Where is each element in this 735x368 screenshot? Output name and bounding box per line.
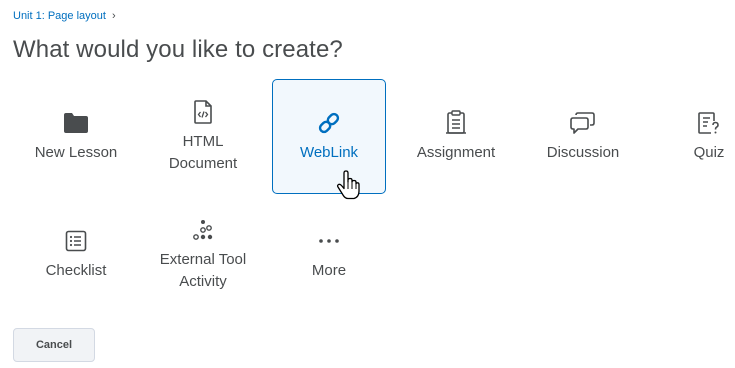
link-icon (316, 110, 342, 136)
breadcrumb: Unit 1: Page layout › (13, 10, 116, 22)
tile-assignment[interactable]: Assignment (399, 80, 513, 194)
tile-label: Assignment (416, 144, 496, 161)
tile-external-tool-activity[interactable]: External Tool Activity (146, 198, 260, 312)
tile-new-lesson[interactable]: New Lesson (19, 80, 133, 194)
discussion-icon (570, 110, 596, 136)
tile-label: External Tool Activity (159, 251, 247, 290)
tile-quiz[interactable]: Quiz (652, 80, 735, 194)
tile-label: WebLink (299, 143, 359, 161)
tile-discussion[interactable]: Discussion (526, 80, 640, 194)
checklist-icon (63, 228, 89, 254)
cancel-button[interactable]: Cancel (13, 328, 95, 362)
folder-icon (63, 110, 89, 136)
assignment-icon (443, 110, 469, 136)
chevron-right-icon: › (111, 10, 116, 22)
external-tool-icon (190, 217, 216, 243)
tile-label: Discussion (546, 144, 620, 161)
tile-label: More (311, 262, 347, 279)
tile-weblink[interactable]: WebLink (272, 79, 386, 194)
page-title: What would you like to create? (13, 36, 343, 63)
more-icon (316, 228, 342, 254)
tile-label: Quiz (693, 144, 725, 161)
tile-label: New Lesson (34, 144, 118, 161)
tile-label: HTML Document (168, 133, 238, 172)
tile-checklist[interactable]: Checklist (19, 198, 133, 312)
quiz-icon (696, 110, 722, 136)
breadcrumb-link[interactable]: Unit 1: Page layout (13, 10, 106, 22)
create-dialog: Unit 1: Page layout › What would you lik… (0, 0, 735, 368)
hand-cursor-icon (336, 170, 360, 200)
tile-html-document[interactable]: HTML Document (146, 80, 260, 194)
tile-label: Checklist (45, 262, 107, 279)
tile-more[interactable]: More (272, 198, 386, 312)
html-file-icon (190, 99, 216, 125)
